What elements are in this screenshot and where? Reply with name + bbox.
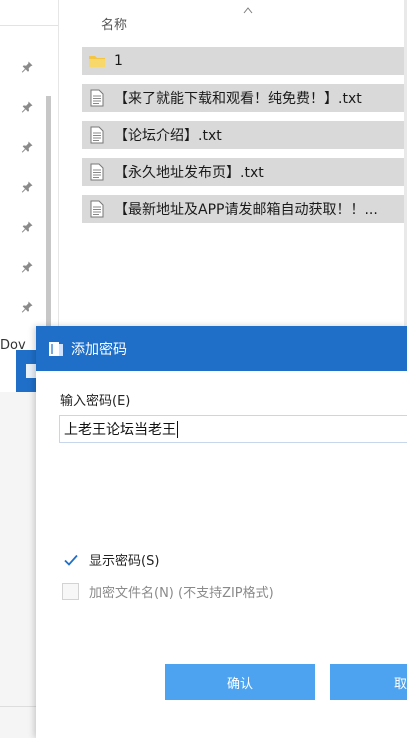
file-name: 【永久地址发布页】.txt bbox=[114, 165, 264, 181]
dialog-title: 添加密码 bbox=[71, 341, 127, 358]
file-row[interactable]: 【论坛介绍】.txt bbox=[82, 121, 407, 149]
text-caret bbox=[177, 420, 178, 438]
add-password-dialog: 添加密码 输入密码(E) 上老王论坛当老王 显示密码(S) 加密文件名(N) (… bbox=[36, 326, 407, 738]
sort-ascending-icon bbox=[243, 3, 253, 14]
encrypt-filenames-checkbox[interactable] bbox=[62, 583, 79, 600]
encrypt-filenames-label: 加密文件名(N) (不支持ZIP格式) bbox=[89, 586, 274, 601]
show-password-label: 显示密码(S) bbox=[89, 554, 160, 569]
pin-icon[interactable] bbox=[20, 60, 34, 74]
pin-icon[interactable] bbox=[20, 300, 34, 314]
text-file-icon bbox=[88, 126, 106, 144]
text-file-icon bbox=[88, 163, 106, 181]
text-file-icon bbox=[88, 89, 106, 107]
pin-icon[interactable] bbox=[20, 100, 34, 114]
pin-icon[interactable] bbox=[20, 140, 34, 154]
nav-scrollbar[interactable] bbox=[46, 96, 51, 330]
file-list: 1 【来了就能下载和观看！纯免费！】.txt 【论坛介绍】.txt 【永久地址发… bbox=[82, 47, 407, 232]
file-row[interactable]: 【来了就能下载和观看！纯免费！】.txt bbox=[82, 84, 407, 112]
file-name: 【论坛介绍】.txt bbox=[114, 128, 222, 144]
file-row[interactable]: 【永久地址发布页】.txt bbox=[82, 158, 407, 186]
divider bbox=[0, 706, 36, 707]
show-password-checkbox[interactable] bbox=[62, 551, 79, 568]
cancel-button[interactable]: 取消 bbox=[330, 664, 407, 700]
file-row[interactable]: 【最新地址及APP请发邮箱自动获取！！... bbox=[82, 195, 407, 223]
folder-icon bbox=[88, 52, 106, 70]
password-input[interactable]: 上老王论坛当老王 bbox=[59, 415, 407, 443]
archive-icon bbox=[47, 340, 65, 358]
nav-divider bbox=[0, 25, 58, 26]
background-window bbox=[0, 392, 37, 738]
cancel-button-label: 取消 bbox=[393, 676, 407, 692]
background-window-icon bbox=[26, 364, 36, 378]
show-password-option[interactable]: 显示密码(S) bbox=[62, 550, 159, 569]
file-name: 【最新地址及APP请发邮箱自动获取！！... bbox=[114, 202, 378, 218]
file-name: 1 bbox=[114, 53, 123, 69]
pin-icon[interactable] bbox=[20, 220, 34, 234]
pin-icon[interactable] bbox=[20, 260, 34, 274]
password-value: 上老王论坛当老王 bbox=[64, 422, 176, 438]
file-name: 【来了就能下载和观看！纯免费！】.txt bbox=[114, 91, 362, 107]
ok-button[interactable]: 确认 bbox=[165, 664, 315, 700]
dialog-titlebar[interactable]: 添加密码 bbox=[36, 326, 407, 371]
encrypt-filenames-option[interactable]: 加密文件名(N) (不支持ZIP格式) bbox=[62, 582, 274, 601]
column-header-name[interactable]: 名称 bbox=[101, 14, 127, 33]
password-label: 输入密码(E) bbox=[60, 394, 131, 409]
file-row[interactable]: 1 bbox=[82, 47, 407, 75]
text-file-icon bbox=[88, 200, 106, 218]
pin-icon[interactable] bbox=[20, 180, 34, 194]
